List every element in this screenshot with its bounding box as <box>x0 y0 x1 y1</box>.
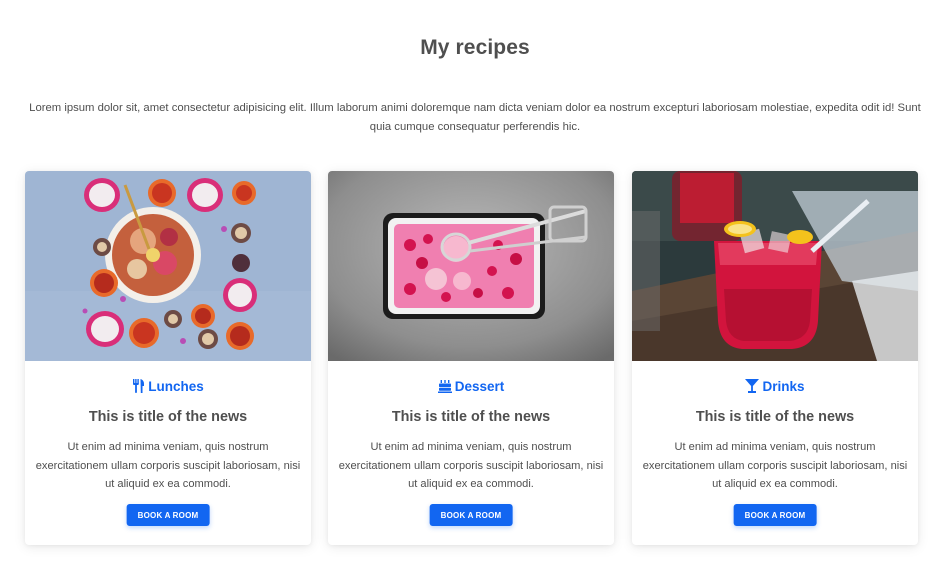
ice-cream-tray-photo[interactable] <box>328 171 614 361</box>
utensils-icon <box>132 379 145 398</box>
section-title: My recipes <box>420 36 530 59</box>
card-text: Ut enim ad minima veniam, quis nostrum e… <box>338 441 604 490</box>
category-drinks[interactable]: Drinks <box>632 378 918 396</box>
book-a-room-button[interactable]: Book a room <box>733 504 817 526</box>
category-label: Drinks <box>762 379 805 394</box>
cocktail-glass-icon <box>745 379 760 398</box>
category-dessert[interactable]: Dessert <box>328 378 614 396</box>
recipe-card-drinks: Drinks This is title of the news Ut enim… <box>632 171 918 545</box>
recipe-card-lunches: Lunches This is title of the news Ut eni… <box>25 171 311 545</box>
category-label: Dessert <box>454 379 505 394</box>
recipe-card-dessert: Dessert This is title of the news Ut eni… <box>328 171 614 545</box>
category-lunches[interactable]: Lunches <box>25 378 311 396</box>
card-title: This is title of the news <box>695 409 855 425</box>
card-title: This is title of the news <box>391 409 551 425</box>
section-intro: Lorem ipsum dolor sit, amet consectetur … <box>29 102 921 133</box>
fruit-bowl-photo[interactable] <box>25 171 311 361</box>
card-title: This is title of the news <box>88 409 248 425</box>
book-a-room-button[interactable]: Book a room <box>126 504 210 526</box>
birthday-cake-icon <box>437 379 452 398</box>
book-a-room-button[interactable]: Book a room <box>429 504 513 526</box>
red-cocktail-photo[interactable] <box>632 171 918 361</box>
recipes-section: My recipes Lorem ipsum dolor sit, amet c… <box>0 0 950 578</box>
card-text: Ut enim ad minima veniam, quis nostrum e… <box>642 441 908 490</box>
category-label: Lunches <box>148 379 204 394</box>
card-text: Ut enim ad minima veniam, quis nostrum e… <box>35 441 301 490</box>
